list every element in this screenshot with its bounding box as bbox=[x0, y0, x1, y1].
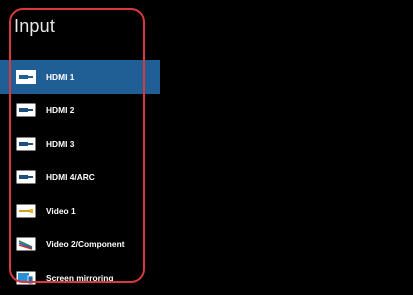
input-item-hdmi-4-arc[interactable]: HDMI 4/ARC bbox=[0, 161, 160, 195]
hdmi-icon bbox=[16, 102, 36, 118]
page-title: Input bbox=[14, 16, 56, 36]
hdmi-icon bbox=[16, 69, 36, 85]
input-item-label: HDMI 2 bbox=[46, 105, 75, 116]
tv-input-screen: Input HDMI 1 HDMI 2 HDMI 3 HDMI 4/ARC Vi… bbox=[0, 0, 413, 287]
input-item-hdmi-1[interactable]: HDMI 1 bbox=[0, 60, 160, 94]
input-item-label: Video 1 bbox=[46, 205, 76, 216]
input-item-label: Video 2/Component bbox=[46, 239, 125, 250]
input-item-video-2-component[interactable]: Video 2/Component bbox=[0, 228, 160, 262]
component-cable-icon bbox=[16, 236, 36, 252]
input-item-label: HDMI 3 bbox=[46, 138, 75, 149]
hdmi-icon bbox=[16, 169, 36, 185]
screen-mirroring-icon bbox=[16, 270, 36, 286]
input-item-screen-mirroring[interactable]: Screen mirroring bbox=[0, 261, 160, 295]
input-list: HDMI 1 HDMI 2 HDMI 3 HDMI 4/ARC Video 1 … bbox=[0, 60, 160, 295]
input-item-label: Screen mirroring bbox=[46, 272, 114, 283]
input-item-hdmi-2[interactable]: HDMI 2 bbox=[0, 94, 160, 128]
video-cable-icon bbox=[16, 203, 36, 219]
input-item-hdmi-3[interactable]: HDMI 3 bbox=[0, 127, 160, 161]
input-item-label: HDMI 1 bbox=[46, 71, 75, 82]
input-item-video-1[interactable]: Video 1 bbox=[0, 194, 160, 228]
hdmi-icon bbox=[16, 136, 36, 152]
input-item-label: HDMI 4/ARC bbox=[46, 172, 95, 183]
